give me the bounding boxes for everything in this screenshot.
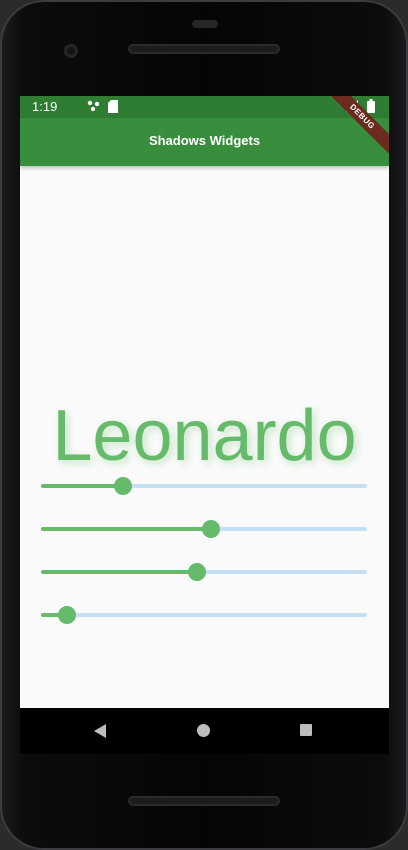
recents-icon[interactable] <box>300 724 312 736</box>
slider-3[interactable] <box>41 560 367 584</box>
status-time: 1:19 <box>32 99 58 114</box>
slider-4[interactable] <box>41 603 367 627</box>
phone-frame: 1:19 Shadows Widgets DEBUG Leonardo <box>0 0 408 850</box>
back-icon[interactable] <box>94 724 106 738</box>
slider-2[interactable] <box>41 517 367 541</box>
notification-dots-icon <box>87 100 100 112</box>
slider-active-track <box>41 484 123 488</box>
slider-1[interactable] <box>41 474 367 498</box>
battery-icon <box>367 99 375 113</box>
slider-track <box>41 613 367 617</box>
home-icon[interactable] <box>197 724 210 737</box>
page-title: Shadows Widgets <box>148 133 261 148</box>
slider-active-track <box>41 570 198 574</box>
slider-thumb[interactable] <box>58 606 77 624</box>
screen: 1:19 Shadows Widgets DEBUG Leonardo <box>20 96 389 708</box>
top-speaker <box>128 44 280 54</box>
bottom-speaker <box>128 796 280 806</box>
slider-thumb[interactable] <box>188 563 207 581</box>
slider-thumb[interactable] <box>201 520 220 538</box>
earpiece-notch <box>192 20 218 28</box>
app-bar: Shadows Widgets <box>20 118 389 166</box>
sd-card-icon <box>108 100 118 113</box>
shadow-text: Leonardo <box>52 396 357 476</box>
slider-active-track <box>41 527 211 531</box>
navigation-bar <box>20 708 389 754</box>
slider-thumb[interactable] <box>113 477 132 495</box>
front-camera <box>64 44 78 58</box>
